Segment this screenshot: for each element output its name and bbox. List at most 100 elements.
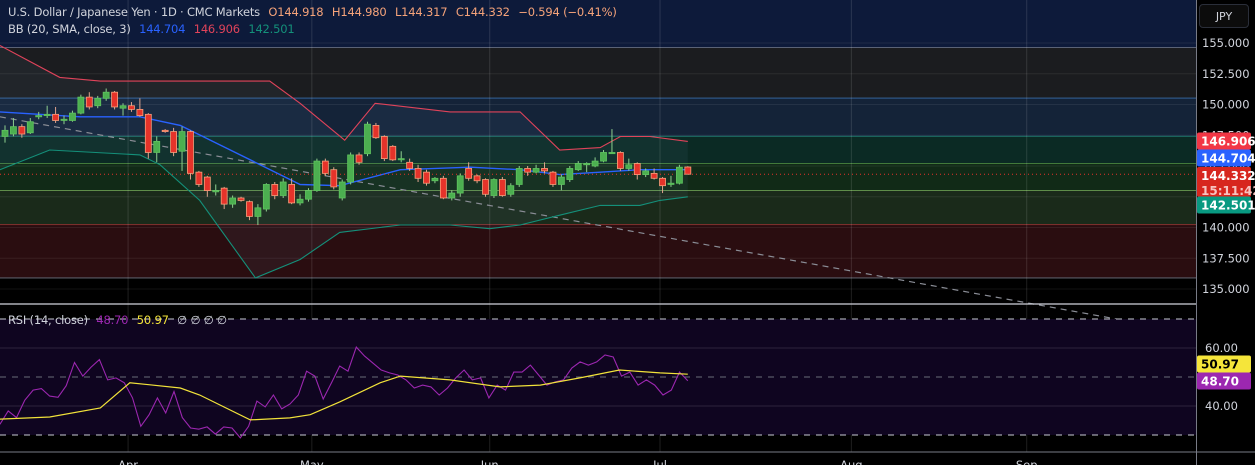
candle[interactable]: [220, 187, 228, 205]
candle[interactable]: [524, 168, 532, 173]
candle[interactable]: [423, 171, 430, 184]
time-tick-label: Jul: [652, 458, 667, 465]
candle[interactable]: [229, 197, 237, 205]
candle[interactable]: [456, 175, 464, 194]
candle[interactable]: [372, 125, 380, 139]
candle[interactable]: [170, 131, 178, 153]
candle[interactable]: [52, 113, 59, 121]
time-tick-label: Aug: [840, 458, 862, 465]
candle[interactable]: [608, 152, 616, 155]
candle[interactable]: [600, 152, 607, 162]
candle[interactable]: [355, 154, 363, 163]
candle[interactable]: [35, 115, 43, 118]
candle[interactable]: [566, 168, 574, 180]
rsi-legend[interactable]: RSI (14, close) 48.70 50.97 ∅ ∅ ∅ ∅: [8, 313, 232, 327]
candle[interactable]: [448, 192, 456, 199]
candle[interactable]: [111, 91, 118, 108]
candle[interactable]: [473, 175, 481, 182]
candle[interactable]: [26, 121, 34, 134]
price-tick-label: 155.000: [1202, 36, 1250, 50]
candle[interactable]: [591, 160, 599, 167]
candle[interactable]: [465, 168, 473, 179]
bb-legend[interactable]: BB (20, SMA, close, 3) 144.704 146.906 1…: [8, 22, 299, 36]
time-tick-label: Jun: [480, 458, 499, 465]
candle[interactable]: [288, 184, 296, 204]
candle[interactable]: [397, 158, 405, 161]
candle[interactable]: [414, 168, 422, 179]
candle[interactable]: [431, 177, 439, 182]
candle[interactable]: [178, 131, 186, 152]
rsi-tick-label: 60.00: [1205, 341, 1238, 355]
candle[interactable]: [69, 112, 76, 121]
candle[interactable]: [515, 168, 523, 185]
current-price-axis-label: 144.332: [1201, 169, 1255, 183]
candle[interactable]: [684, 166, 692, 175]
candle[interactable]: [10, 126, 17, 135]
candle[interactable]: [583, 163, 591, 166]
candle[interactable]: [676, 166, 683, 184]
candle[interactable]: [237, 197, 245, 201]
candle[interactable]: [642, 170, 650, 176]
candle[interactable]: [212, 190, 220, 193]
candle[interactable]: [616, 152, 624, 169]
candle[interactable]: [330, 169, 338, 188]
candle[interactable]: [246, 201, 253, 217]
candle[interactable]: [43, 113, 51, 116]
price-tick-label: 135.000: [1202, 282, 1250, 296]
candle[interactable]: [507, 185, 515, 195]
candle[interactable]: [490, 179, 498, 196]
candle[interactable]: [187, 131, 194, 174]
candle[interactable]: [633, 163, 641, 176]
candle[interactable]: [203, 176, 211, 192]
candle[interactable]: [161, 129, 169, 132]
candle[interactable]: [338, 181, 346, 199]
candle[interactable]: [549, 171, 557, 185]
bb-upper-value: 146.906: [193, 22, 240, 36]
candle[interactable]: [650, 172, 658, 179]
candle[interactable]: [153, 140, 161, 153]
candle[interactable]: [406, 161, 414, 169]
candle[interactable]: [254, 207, 262, 217]
candle[interactable]: [380, 136, 388, 160]
candle[interactable]: [102, 91, 110, 99]
time-axis[interactable]: Apr May Jun Jul Aug Sep: [118, 458, 1037, 465]
candle[interactable]: [321, 160, 329, 174]
candle[interactable]: [439, 177, 447, 199]
candle[interactable]: [625, 164, 633, 169]
rsi-label: RSI (14, close): [8, 313, 88, 327]
candle[interactable]: [498, 179, 506, 196]
candle[interactable]: [296, 198, 304, 204]
symbol-legend[interactable]: U.S. Dollar / Japanese Yen · 1D · CMC Ma…: [8, 5, 622, 19]
candle[interactable]: [18, 126, 26, 135]
currency-button[interactable]: JPY: [1199, 4, 1249, 28]
candle[interactable]: [262, 184, 270, 210]
candle[interactable]: [313, 160, 321, 192]
candle[interactable]: [364, 123, 371, 155]
candle[interactable]: [60, 118, 68, 121]
candle[interactable]: [1, 129, 9, 137]
candle[interactable]: [136, 109, 144, 116]
bb-upper-axis-label: 146.906: [1201, 135, 1255, 149]
candle[interactable]: [128, 105, 135, 110]
candle[interactable]: [574, 163, 582, 171]
rsi-axis-label: 50.97: [1201, 358, 1239, 372]
candle[interactable]: [389, 145, 397, 161]
candle[interactable]: [557, 176, 565, 185]
candle[interactable]: [94, 97, 102, 107]
candle[interactable]: [77, 96, 85, 114]
candle[interactable]: [659, 177, 666, 187]
candle[interactable]: [85, 96, 93, 108]
candle[interactable]: [532, 168, 540, 173]
candle[interactable]: [279, 181, 287, 196]
candle[interactable]: [482, 179, 489, 195]
candle[interactable]: [271, 184, 279, 196]
candle[interactable]: [119, 105, 127, 109]
candle[interactable]: [195, 171, 203, 185]
price-chart[interactable]: 155.000152.500150.000147.500145.000142.5…: [0, 0, 1255, 465]
candle[interactable]: [305, 190, 312, 200]
candle[interactable]: [347, 154, 355, 183]
rsi-background: [0, 319, 1196, 435]
candle[interactable]: [144, 113, 152, 153]
candle[interactable]: [541, 168, 548, 172]
candle[interactable]: [667, 182, 675, 185]
